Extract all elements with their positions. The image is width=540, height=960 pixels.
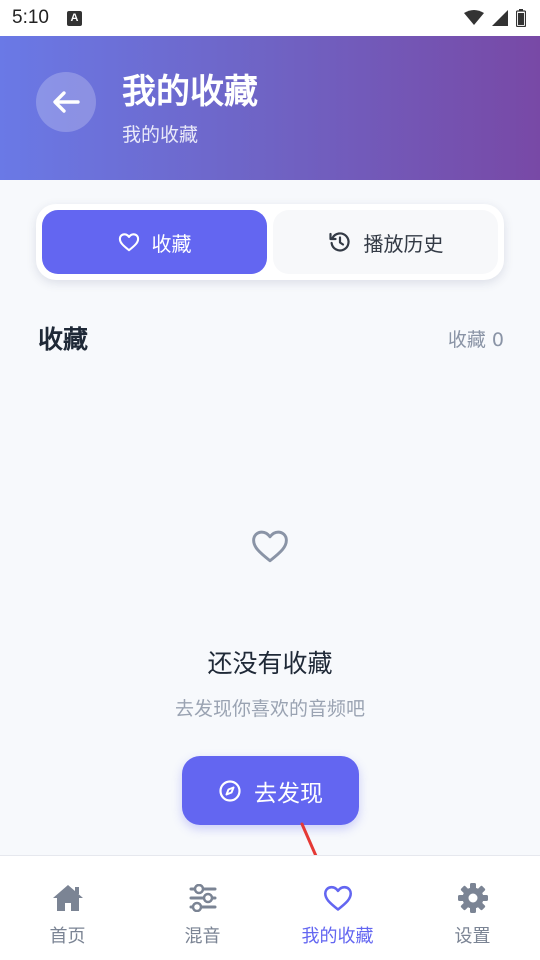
discover-button[interactable]: 去发现 (182, 756, 359, 825)
nav-label-settings: 设置 (454, 926, 491, 947)
history-icon (328, 232, 350, 252)
signal-icon (492, 10, 508, 26)
section-title: 收藏 (38, 325, 89, 354)
favorites-count: 收藏 0 (447, 329, 504, 351)
page-subtitle: 我的收藏 (122, 124, 199, 146)
tab-favorites[interactable]: 收藏 (42, 210, 267, 274)
tab-bar: 收藏 播放历史 (36, 204, 504, 280)
page-header: 我的收藏 我的收藏 (0, 36, 540, 180)
compass-icon (219, 779, 241, 802)
nav-label-favorites: 我的收藏 (301, 926, 374, 947)
page-title: 我的收藏 (122, 72, 258, 112)
nav-item-mixer[interactable]: 混音 (135, 856, 270, 960)
status-icons (464, 9, 526, 27)
empty-state-subtitle: 去发现你喜欢的音频吧 (174, 698, 365, 720)
status-left: 5:10 A (12, 7, 82, 29)
status-time: 5:10 (12, 7, 49, 28)
nav-item-home[interactable]: 首页 (0, 856, 135, 960)
bottom-nav: 首页 混音 我的收藏 设置 (0, 855, 540, 960)
notification-icon: A (66, 10, 82, 26)
sliders-icon (189, 884, 216, 912)
battery-icon (516, 9, 526, 27)
back-button[interactable] (36, 72, 96, 132)
empty-state-title: 还没有收藏 (207, 649, 333, 678)
wifi-icon (464, 10, 484, 25)
nav-item-favorites[interactable]: 我的收藏 (270, 856, 405, 960)
heart-icon (323, 885, 352, 911)
heart-outline-icon (252, 530, 288, 563)
tab-history[interactable]: 播放历史 (273, 210, 498, 274)
home-icon (52, 885, 83, 911)
discover-button-label: 去发现 (254, 780, 323, 807)
status-bar: 5:10 A (0, 0, 540, 36)
arrow-left-icon (53, 91, 80, 113)
tab-favorites-label: 收藏 (151, 231, 192, 256)
nav-item-settings[interactable]: 设置 (405, 856, 540, 960)
tab-history-label: 播放历史 (363, 231, 444, 256)
heart-icon (118, 233, 139, 252)
nav-label-home: 首页 (49, 926, 86, 947)
gear-icon (457, 883, 488, 913)
nav-label-mixer: 混音 (184, 926, 221, 947)
